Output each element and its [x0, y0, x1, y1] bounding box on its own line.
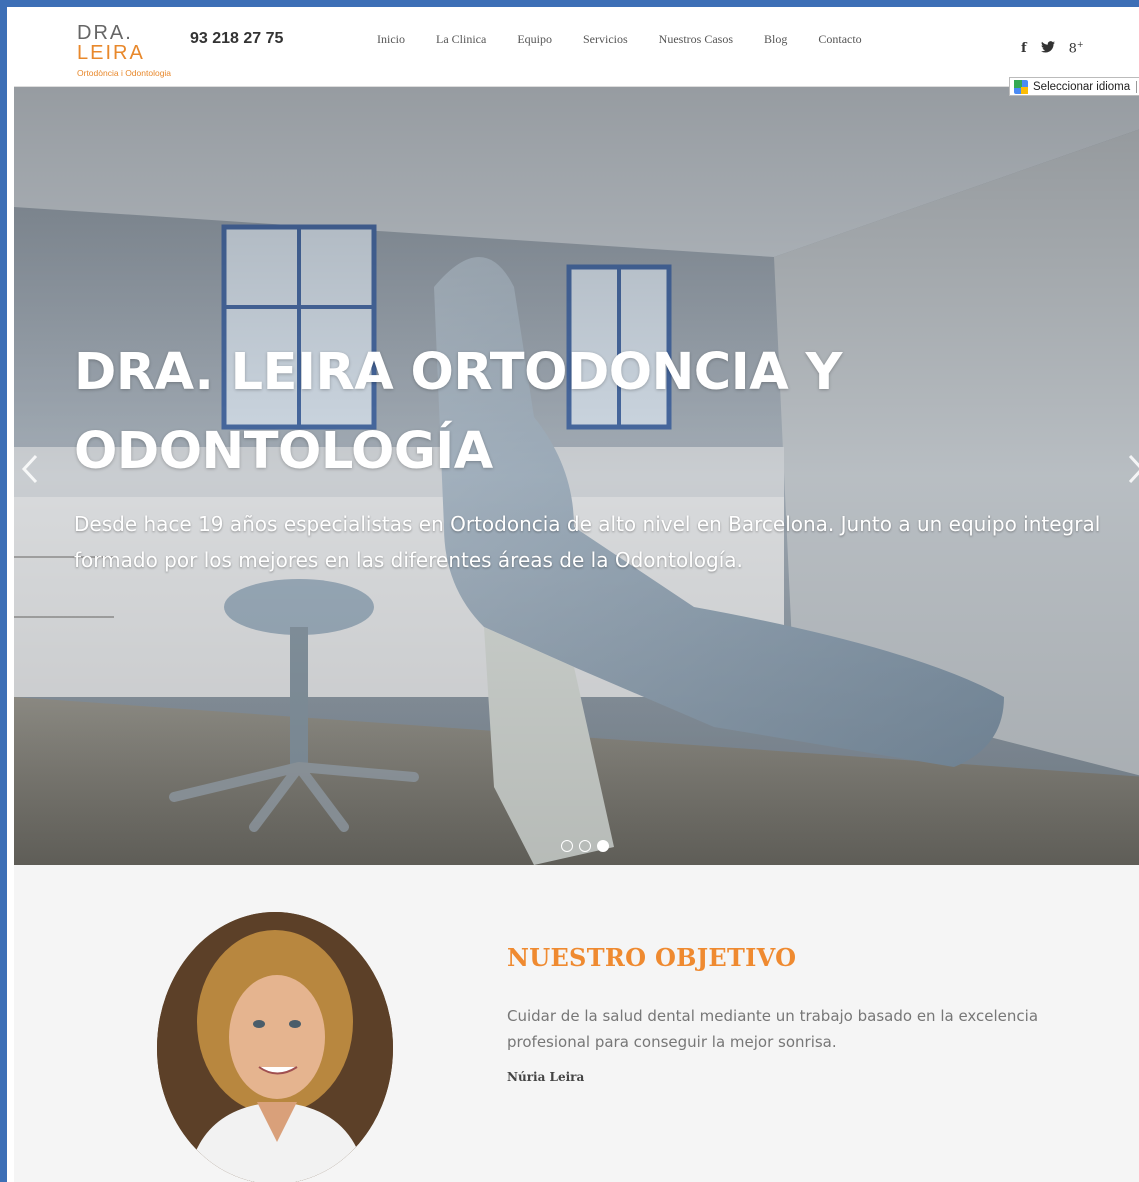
nav-item-nuestros-casos[interactable]: Nuestros Casos: [659, 32, 733, 47]
facebook-icon[interactable]: f: [1021, 41, 1027, 56]
google-plus-icon[interactable]: 8+: [1069, 40, 1084, 56]
nav-item-la-clinica[interactable]: La Clinica: [436, 32, 486, 47]
language-selector[interactable]: Seleccionar idioma: [1009, 77, 1139, 96]
logo-tagline: Ortodòncia i Odontologia: [77, 68, 172, 78]
signature-name: Núria Leira: [507, 1070, 585, 1084]
nav-item-blog[interactable]: Blog: [764, 32, 787, 47]
slider-pagination: [561, 840, 615, 852]
nav-item-servicios[interactable]: Servicios: [583, 32, 628, 47]
language-selector-label: Seleccionar idioma: [1033, 80, 1131, 93]
phone-number[interactable]: 93 218 27 75: [190, 30, 283, 48]
social-links: f 8+: [1021, 40, 1098, 56]
nav-item-inicio[interactable]: Inicio: [377, 32, 405, 47]
slider-prev-arrow-icon[interactable]: [20, 454, 40, 484]
slider-dot-2[interactable]: [579, 840, 591, 852]
section-title: NUESTRO OBJETIVO: [507, 943, 797, 972]
section-description-line-1: Cuidar de la salud dental mediante un tr…: [507, 1007, 1039, 1025]
hero-slider: DRA. LEIRA ORTODONCIA Y ODONTOLOGÍA Desd…: [14, 87, 1139, 865]
hero-title-line-2: ODONTOLOGÍA: [74, 422, 493, 481]
hero-description: Desde hace 19 años especialistas en Orto…: [74, 506, 1124, 578]
language-selector-divider: [1136, 80, 1138, 93]
logo-line-1: DRA.: [77, 22, 133, 44]
hero-description-line-1: Desde hace 19 años especialistas en Orto…: [74, 512, 1101, 536]
site-logo[interactable]: DRA. LEIRA Ortodòncia i Odontologia: [77, 23, 171, 78]
site-header: DRA. LEIRA Ortodòncia i Odontologia 93 2…: [14, 14, 1139, 87]
hero-title-line-1: DRA. LEIRA ORTODONCIA Y: [74, 343, 842, 402]
section-description: Cuidar de la salud dental mediante un tr…: [507, 1003, 1067, 1055]
objective-section: NUESTRO OBJETIVO Cuidar de la salud dent…: [14, 865, 1139, 1182]
hero-title: DRA. LEIRA ORTODONCIA Y ODONTOLOGÍA: [74, 333, 974, 491]
twitter-icon[interactable]: [1040, 40, 1055, 56]
page: DRA. LEIRA Ortodòncia i Odontologia 93 2…: [14, 14, 1139, 1182]
nav-item-equipo[interactable]: Equipo: [517, 32, 552, 47]
hero-description-line-2: formado por los mejores en las diferente…: [74, 548, 743, 572]
slider-dot-3[interactable]: [597, 840, 609, 852]
slider-next-arrow-icon[interactable]: [1126, 454, 1139, 484]
google-translate-icon: [1014, 79, 1028, 94]
browser-frame: DRA. LEIRA Ortodòncia i Odontologia 93 2…: [0, 0, 1139, 1182]
section-description-line-2: profesional para conseguir la mejor sonr…: [507, 1033, 837, 1051]
nav-item-contacto[interactable]: Contacto: [818, 32, 861, 47]
logo-line-2: LEIRA: [77, 42, 145, 64]
main-nav: Inicio La Clinica Equipo Servicios Nuest…: [377, 32, 893, 47]
slider-dot-1[interactable]: [561, 840, 573, 852]
doctor-portrait: [157, 912, 393, 1182]
